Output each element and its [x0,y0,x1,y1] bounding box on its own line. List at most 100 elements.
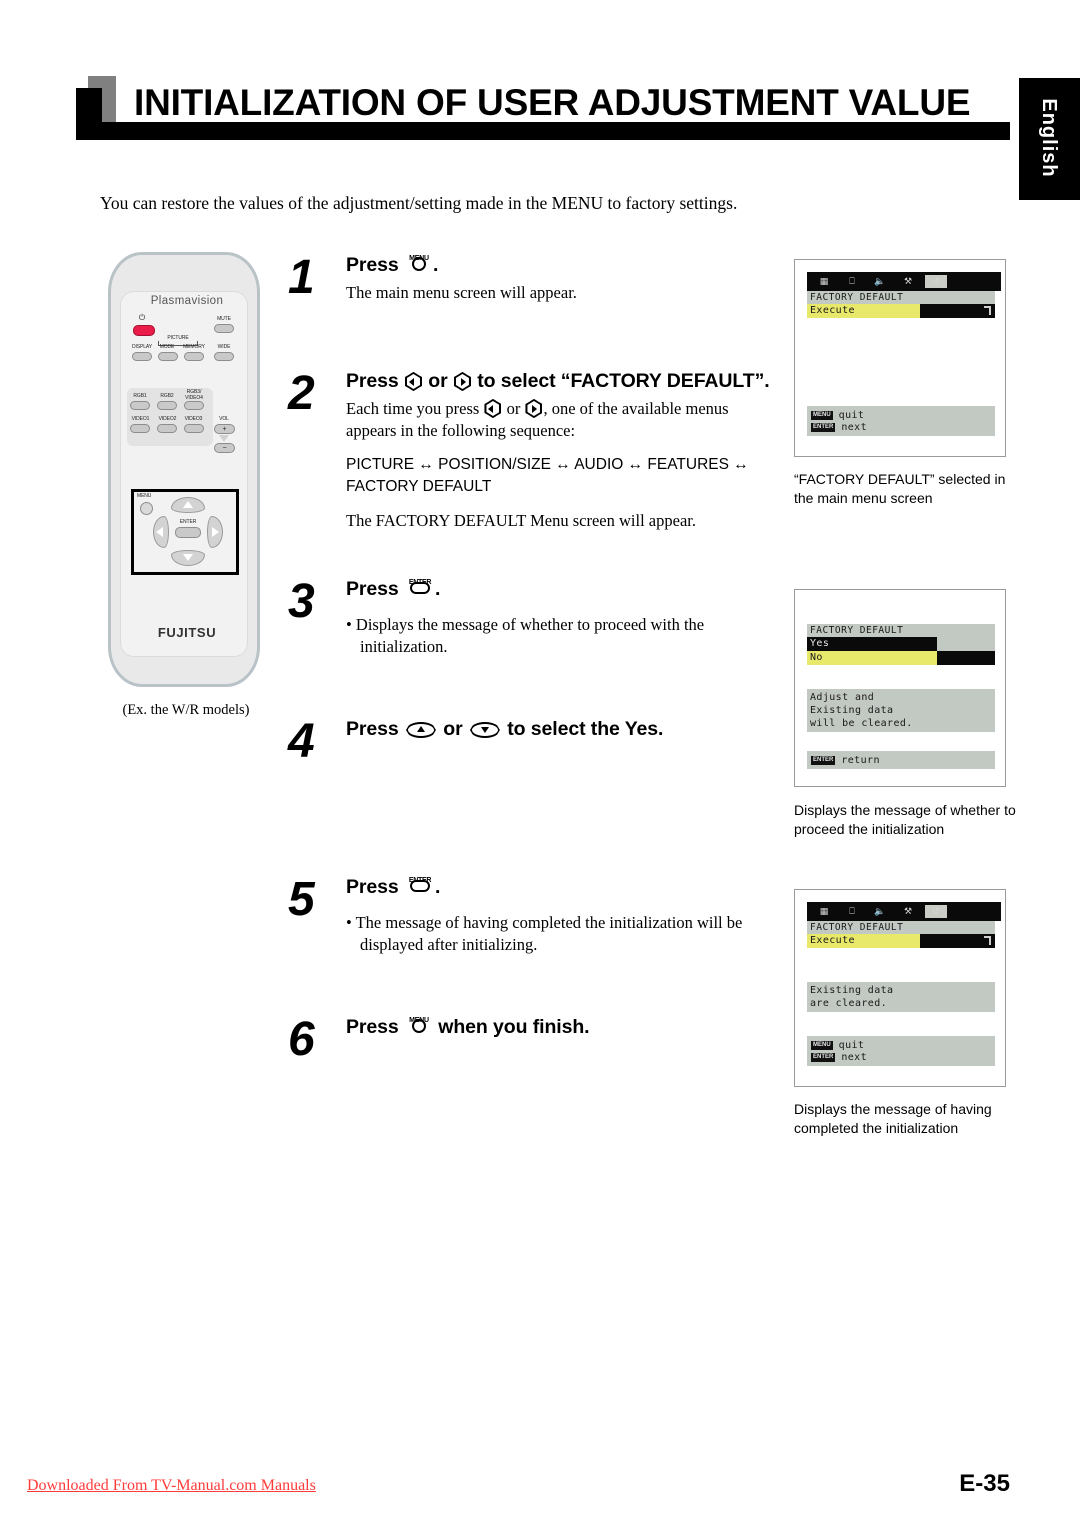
osd-row-label-3: Execute [810,935,855,946]
osd-legend-3: MENU quit ENTER next [807,1036,995,1066]
down-arrow-icon [183,554,193,561]
features-icon-3[interactable]: ⚒ [897,905,919,918]
enter-key-icon-2: ENTER [407,876,433,896]
remote-caption: (Ex. the W/R models) [122,702,250,718]
osd-row-no[interactable]: No [807,651,995,665]
step-3-number: 3 [288,575,315,628]
down-arrow-glyph [480,727,489,733]
step-4-number: 4 [288,715,315,768]
video1-label: VIDEO1 [131,416,150,422]
display-button[interactable] [132,352,152,361]
osd-legend-2: ENTER return [807,751,995,769]
audio-icon[interactable]: 🔈 [869,275,891,288]
step-1-subtext: The main menu screen will appear. [346,283,577,302]
up-arrow-icon [183,501,193,508]
osd-screen-3: ▦ ⎕ 🔈 ⚒ ↺ FACTORY DEFAULT Execute Existi… [807,902,1001,1076]
rgb3-video4-button[interactable] [184,401,204,410]
memory-label: MEMORY [183,344,205,350]
features-icon[interactable]: ⚒ [897,275,919,288]
rgb3-video4-label: RGB3/ VIDEO4 [185,389,203,401]
osd-caption-1: “FACTORY DEFAULT” selected in the main m… [794,471,1006,506]
position-size-icon-3[interactable]: ⎕ [841,905,863,918]
step-1-heading: Press MENU . [346,252,766,279]
factory-default-icon-3[interactable]: ↺ [925,905,947,918]
menu-key-circle [411,257,426,271]
video3-button[interactable] [184,424,204,433]
rgb1-button[interactable] [130,401,150,410]
video1-button[interactable] [130,424,150,433]
enter-key-pill-2 [409,880,430,892]
osd-icon-bar-blank-1 [949,272,1001,291]
step-2-heading-tail: to select “FACTORY DEFAULT”. [477,370,770,392]
osd-row-label-no: No [810,652,823,663]
remote-brand-label: Plasmavision [150,295,224,307]
mode-button[interactable] [158,352,178,361]
step-2-or-label: or [428,370,448,392]
down-arrow-key-icon [469,722,500,738]
menu-dpad-highlight-box: MENU ENTER [131,489,239,575]
remote-control-illustration: Plasmavision ⏻ MUTE PICTURE DISPLAY MODE… [96,252,276,722]
step-5-bullet: • The message of having completed the in… [346,913,743,954]
osd-message-2: Adjust and Existing data will be cleared… [807,689,995,732]
legend-text-quit-3: quit [838,1039,865,1051]
step-5-period: . [434,876,441,898]
right-arrow-glyph-2 [532,404,538,413]
osd-icon-bar-1: ▦ ⎕ 🔈 ⚒ ↺ [807,272,1001,291]
menu-button[interactable] [140,502,153,515]
step-3-bullet: • Displays the message of whether to pro… [346,615,705,656]
memory-button[interactable] [184,352,204,361]
power-button[interactable] [133,325,155,336]
osd-screen-1: ▦ ⎕ 🔈 ⚒ ↺ FACTORY DEFAULT Execute MENU q… [807,272,1001,446]
legend-key-enter-1: ENTER [811,422,836,432]
mode-label: MODE [159,344,175,350]
legend-key-menu-1: MENU [811,410,833,420]
rgb2-button[interactable] [157,401,177,410]
step-2-sub-pre: Each time you press [346,399,480,418]
step-3-press-label: Press [346,578,399,600]
legend-line-return: ENTER return [811,754,995,766]
osd-panel-complete: ▦ ⎕ 🔈 ⚒ ↺ FACTORY DEFAULT Execute Existi… [794,889,1006,1087]
osd-caption-3: Displays the message of having completed… [794,1101,992,1136]
osd-title-3: FACTORY DEFAULT [807,921,995,934]
step-1-press-label: Press [346,254,399,276]
step-2-sub-or: or [506,399,521,418]
left-arrow-glyph-2 [488,404,494,413]
osd-caption-2: Displays the message of whether to proce… [794,802,1016,837]
legend-key-enter-2: ENTER [811,755,836,765]
volume-up-button[interactable]: + [214,424,235,434]
picture-icon[interactable]: ▦ [813,275,835,288]
step-1-number: 1 [288,251,315,304]
mute-button[interactable] [214,324,234,333]
rgb2-label: RGB2 [160,393,174,399]
legend-text-next-3: next [841,1051,868,1063]
left-arrow-key-icon-inline [484,399,502,418]
enter-key-pill [409,582,430,594]
vol-label: VOL [219,416,229,422]
volume-down-button[interactable]: − [214,443,235,453]
osd-panel-confirm: FACTORY DEFAULT Yes No Adjust and Existi… [794,589,1006,787]
step-2-subtext: Each time you press or , one of the avai… [346,398,776,442]
step-3-heading: Press ENTER . [346,576,766,603]
step-2-press-label: Press [346,370,399,392]
step-6-press-label: Press [346,1016,399,1038]
osd-row-label-yes: Yes [810,638,830,649]
picture-icon-3[interactable]: ▦ [813,905,835,918]
osd-row-execute-3[interactable]: Execute [807,934,995,948]
video2-button[interactable] [157,424,177,433]
left-arrow-glyph [408,377,414,386]
position-size-icon[interactable]: ⎕ [841,275,863,288]
wide-button[interactable] [214,352,234,361]
osd-row-yes[interactable]: Yes [807,637,995,651]
language-tab: English [1019,78,1080,200]
osd-legend-1: MENU quit ENTER next [807,406,995,436]
osd-row-execute-1[interactable]: Execute [807,304,995,318]
enter-button[interactable] [175,527,201,538]
step-5-number: 5 [288,873,315,926]
volume-rocker-connector [219,435,229,442]
osd-row-label-1: Execute [810,305,855,316]
audio-icon-3[interactable]: 🔈 [869,905,891,918]
osd-icon-bar-3: ▦ ⎕ 🔈 ⚒ ↺ [807,902,1001,921]
factory-default-icon[interactable]: ↺ [925,275,947,288]
step-5-press-label: Press [346,876,399,898]
legend-text-next-1: next [841,421,868,433]
